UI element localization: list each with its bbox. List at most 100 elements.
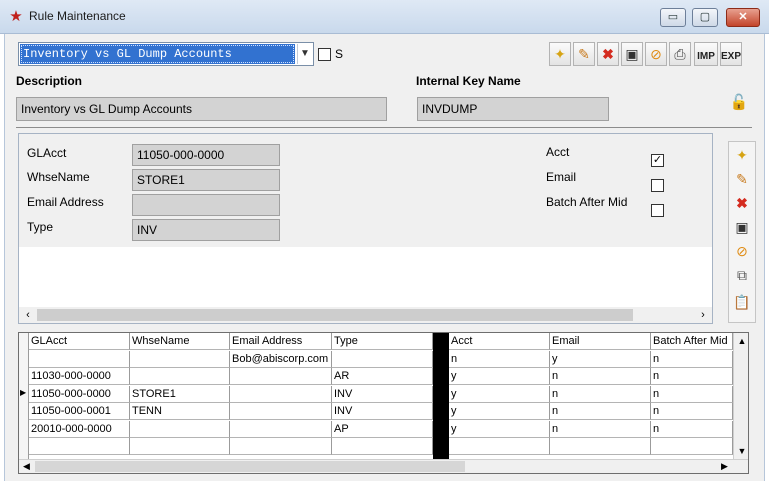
scroll-thumb[interactable] bbox=[37, 309, 633, 321]
s-checkbox[interactable] bbox=[318, 48, 331, 61]
column-header[interactable]: Email Address bbox=[230, 333, 332, 350]
scroll-left-icon[interactable]: ◀ bbox=[23, 460, 33, 473]
table-cell[interactable] bbox=[130, 421, 230, 438]
table-cell[interactable]: Bob@abiscorp.com bbox=[230, 351, 332, 368]
new-record-icon[interactable]: ✦ bbox=[549, 42, 571, 66]
table-cell[interactable]: STORE1 bbox=[130, 386, 230, 403]
column-header[interactable]: Type bbox=[332, 333, 433, 350]
scroll-up-icon[interactable]: ▲ bbox=[736, 334, 748, 348]
table-cell[interactable]: y bbox=[449, 386, 550, 403]
table-cell[interactable]: 11050-000-0001 bbox=[29, 403, 130, 420]
detail-form: GLAcct 11050-000-0000 WhseName STORE1 Em… bbox=[19, 134, 712, 247]
delete-row-icon[interactable]: ✖ bbox=[732, 193, 752, 213]
empty-cell[interactable] bbox=[130, 438, 230, 455]
table-cell[interactable] bbox=[130, 351, 230, 368]
scroll-right-icon[interactable]: › bbox=[696, 307, 710, 323]
description-field[interactable]: Inventory vs GL Dump Accounts bbox=[16, 97, 387, 121]
acct-label: Acct bbox=[546, 145, 570, 159]
cancel-row-icon[interactable]: ⊘ bbox=[732, 241, 752, 261]
email-address-field[interactable] bbox=[132, 194, 280, 216]
table-cell[interactable]: n bbox=[651, 351, 733, 368]
empty-cell[interactable] bbox=[332, 438, 433, 455]
column-header[interactable]: Email bbox=[550, 333, 651, 350]
minimize-button[interactable]: ▭ bbox=[660, 8, 686, 27]
edit-icon[interactable]: ✎ bbox=[573, 42, 595, 66]
column-header[interactable]: Batch After Mid bbox=[651, 333, 733, 350]
table-cell[interactable]: n bbox=[651, 403, 733, 420]
detail-panel: GLAcct 11050-000-0000 WhseName STORE1 Em… bbox=[18, 133, 713, 324]
empty-cell[interactable] bbox=[651, 438, 733, 455]
table-cell[interactable]: n bbox=[550, 368, 651, 385]
delete-icon[interactable]: ✖ bbox=[597, 42, 619, 66]
glacct-field[interactable]: 11050-000-0000 bbox=[132, 144, 280, 166]
add-row-icon[interactable]: ✦ bbox=[732, 145, 752, 165]
whsename-field[interactable]: STORE1 bbox=[132, 169, 280, 191]
table-cell[interactable]: y bbox=[449, 368, 550, 385]
table-cell[interactable] bbox=[230, 386, 332, 403]
email-label: Email bbox=[546, 170, 577, 184]
table-cell[interactable]: n bbox=[651, 368, 733, 385]
table-cell[interactable]: INV bbox=[332, 386, 433, 403]
batch-after-mid-checkbox[interactable] bbox=[651, 204, 664, 217]
rule-select[interactable]: Inventory vs GL Dump Accounts ▼ bbox=[18, 42, 314, 66]
table-cell[interactable]: y bbox=[449, 403, 550, 420]
edit-row-icon[interactable]: ✎ bbox=[732, 169, 752, 189]
table-cell[interactable]: n bbox=[651, 386, 733, 403]
empty-cell[interactable] bbox=[449, 438, 550, 455]
table-cell[interactable]: AP bbox=[332, 421, 433, 438]
table-cell[interactable]: 11050-000-0000 bbox=[29, 386, 130, 403]
print-icon[interactable]: ⎙ bbox=[669, 42, 691, 66]
table-cell[interactable] bbox=[230, 421, 332, 438]
column-header[interactable]: GLAcct bbox=[29, 333, 130, 350]
table-cell[interactable]: n bbox=[550, 403, 651, 420]
save-icon[interactable]: ▣ bbox=[621, 42, 643, 66]
close-button[interactable]: ✕ bbox=[726, 8, 760, 27]
column-header[interactable]: WhseName bbox=[130, 333, 230, 350]
column-splitter bbox=[433, 333, 449, 459]
table-cell[interactable]: AR bbox=[332, 368, 433, 385]
maximize-button[interactable]: ▢ bbox=[692, 8, 718, 27]
rule-select-value: Inventory vs GL Dump Accounts bbox=[20, 44, 295, 64]
table-cell[interactable] bbox=[130, 368, 230, 385]
window-title: Rule Maintenance bbox=[29, 9, 126, 23]
empty-cell[interactable] bbox=[29, 438, 130, 455]
save-row-icon[interactable]: ▣ bbox=[732, 217, 752, 237]
table-cell[interactable]: n bbox=[550, 386, 651, 403]
unlock-icon[interactable]: 🔓 bbox=[728, 93, 750, 113]
grid-vertical-scrollbar[interactable]: ▲ ▼ bbox=[733, 333, 748, 459]
export-button[interactable]: EXP bbox=[720, 42, 742, 66]
scroll-left-icon[interactable]: ‹ bbox=[21, 307, 35, 323]
empty-cell[interactable] bbox=[230, 438, 332, 455]
table-cell[interactable]: y bbox=[449, 421, 550, 438]
internal-key-field[interactable]: INVDUMP bbox=[417, 97, 609, 121]
table-cell[interactable] bbox=[230, 368, 332, 385]
type-field[interactable]: INV bbox=[132, 219, 280, 241]
import-button[interactable]: IMP bbox=[694, 42, 718, 66]
column-header[interactable]: Acct bbox=[449, 333, 550, 350]
chevron-down-icon[interactable]: ▼ bbox=[297, 44, 312, 64]
paste-row-icon[interactable]: 📋 bbox=[732, 292, 752, 312]
type-label: Type bbox=[27, 220, 54, 234]
copy-row-icon[interactable]: ⧉ bbox=[732, 265, 752, 285]
scroll-thumb[interactable] bbox=[35, 461, 465, 472]
table-cell[interactable]: TENN bbox=[130, 403, 230, 420]
table-cell[interactable]: 20010-000-0000 bbox=[29, 421, 130, 438]
table-cell[interactable]: n bbox=[449, 351, 550, 368]
table-cell[interactable]: y bbox=[550, 351, 651, 368]
cancel-icon[interactable]: ⊘ bbox=[645, 42, 667, 66]
acct-checkbox[interactable]: ✓ bbox=[651, 154, 664, 167]
email-checkbox[interactable] bbox=[651, 179, 664, 192]
table-cell[interactable]: 11030-000-0000 bbox=[29, 368, 130, 385]
detail-horizontal-scrollbar[interactable]: ‹ › bbox=[19, 307, 712, 323]
table-cell[interactable]: INV bbox=[332, 403, 433, 420]
empty-cell[interactable] bbox=[550, 438, 651, 455]
table-cell[interactable]: n bbox=[651, 421, 733, 438]
scroll-down-icon[interactable]: ▼ bbox=[736, 444, 748, 458]
table-cell[interactable] bbox=[230, 403, 332, 420]
grid-horizontal-scrollbar[interactable]: ◀ ▶ bbox=[19, 459, 748, 473]
table-cell[interactable] bbox=[332, 351, 433, 368]
table-cell[interactable]: n bbox=[550, 421, 651, 438]
glacct-label: GLAcct bbox=[27, 146, 67, 160]
table-cell[interactable] bbox=[29, 351, 130, 368]
scroll-right-icon[interactable]: ▶ bbox=[721, 460, 731, 473]
